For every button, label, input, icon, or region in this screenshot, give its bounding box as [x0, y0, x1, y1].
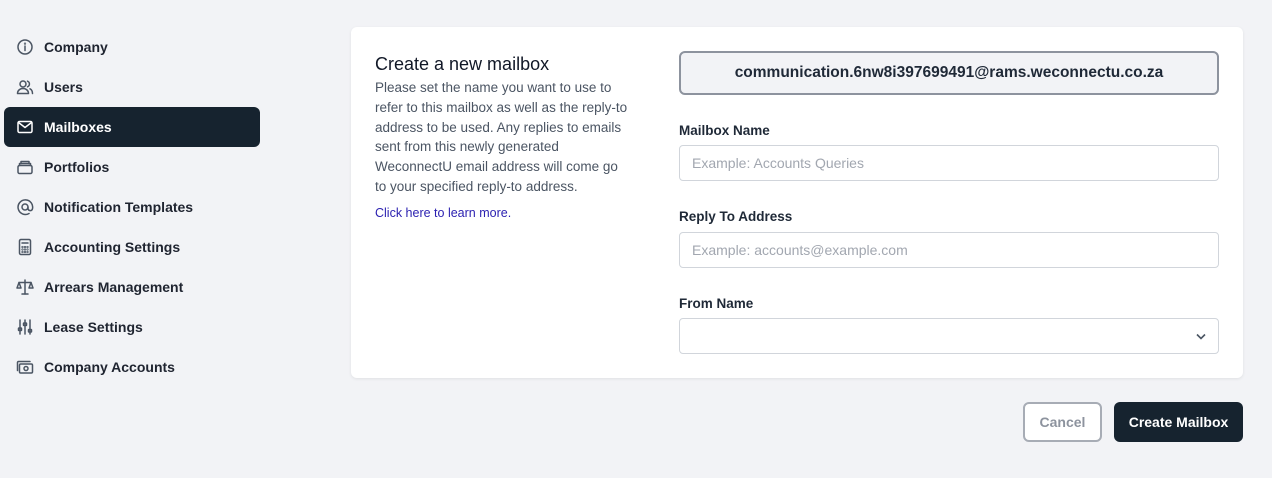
- cancel-button[interactable]: Cancel: [1023, 402, 1102, 442]
- sidebar-item-label: Company: [44, 39, 108, 55]
- sidebar-item-accounting-settings[interactable]: Accounting Settings: [4, 227, 260, 267]
- generated-address-display: communication.6nw8i397699491@rams.weconn…: [679, 51, 1219, 95]
- cash-icon: [16, 358, 34, 376]
- mailbox-name-input[interactable]: [679, 145, 1219, 181]
- sidebar-item-lease-settings[interactable]: Lease Settings: [4, 307, 260, 347]
- reply-to-label: Reply To Address: [679, 209, 793, 224]
- sidebar-item-company-accounts[interactable]: Company Accounts: [4, 347, 260, 387]
- form-intro: Create a new mailbox Please set the name…: [375, 53, 631, 220]
- from-name-select[interactable]: [679, 318, 1219, 354]
- create-mailbox-button[interactable]: Create Mailbox: [1114, 402, 1243, 442]
- sidebar-item-arrears-management[interactable]: Arrears Management: [4, 267, 260, 307]
- scales-icon: [16, 278, 34, 296]
- sidebar-item-label: Arrears Management: [44, 279, 184, 295]
- sidebar-item-label: Accounting Settings: [44, 239, 181, 255]
- learn-more-link[interactable]: Click here to learn more.: [375, 206, 631, 220]
- sidebar-item-label: Company Accounts: [44, 359, 175, 375]
- info-circle-icon: [16, 38, 34, 56]
- from-name-label: From Name: [679, 296, 754, 311]
- sidebar-item-label: Notification Templates: [44, 199, 194, 215]
- form-title: Create a new mailbox: [375, 54, 550, 74]
- sidebar-item-label: Users: [44, 79, 83, 95]
- portfolio-stack-icon: [16, 158, 34, 176]
- sidebar-item-label: Lease Settings: [44, 319, 143, 335]
- create-mailbox-card: Create a new mailbox Please set the name…: [351, 27, 1243, 378]
- sidebar-item-label: Portfolios: [44, 159, 110, 175]
- sidebar-item-label: Mailboxes: [44, 119, 112, 135]
- mail-icon: [16, 118, 34, 136]
- sidebar-item-notification-templates[interactable]: Notification Templates: [4, 187, 260, 227]
- mailbox-name-label: Mailbox Name: [679, 123, 770, 138]
- reply-to-input[interactable]: [679, 232, 1219, 268]
- form-description: Please set the name you want to use to r…: [375, 80, 628, 194]
- at-sign-icon: [16, 198, 34, 216]
- sliders-icon: [16, 318, 34, 336]
- sidebar-item-mailboxes[interactable]: Mailboxes: [4, 107, 260, 147]
- chevron-down-icon: [1194, 329, 1208, 343]
- sidebar-item-portfolios[interactable]: Portfolios: [4, 147, 260, 187]
- sidebar-item-company[interactable]: Company: [4, 27, 260, 67]
- settings-sidebar: Company Users Mailboxes Portfolios Notif…: [4, 27, 260, 387]
- users-icon: [16, 78, 34, 96]
- calculator-icon: [16, 238, 34, 256]
- sidebar-item-users[interactable]: Users: [4, 67, 260, 107]
